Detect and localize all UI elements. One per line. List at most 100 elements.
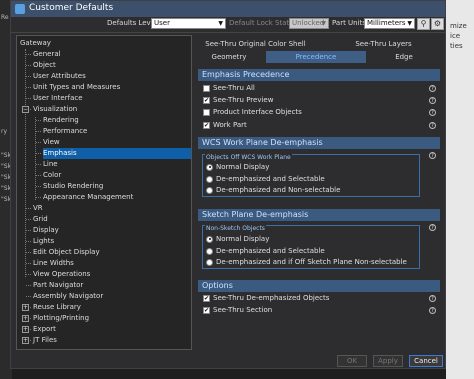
tree-item[interactable]: Line xyxy=(43,159,58,170)
help-icon[interactable]: ? xyxy=(429,97,436,104)
tree-item[interactable]: View Operations xyxy=(33,269,90,280)
radio[interactable] xyxy=(206,235,213,243)
binoculars-icon[interactable]: ⚲ xyxy=(417,18,430,30)
tree-item[interactable]: Edit Object Display xyxy=(33,247,100,258)
radio-wcs-selectable[interactable]: De-emphasized and Selectable xyxy=(206,174,325,185)
checkbox-product-interface[interactable]: Product Interface Objects xyxy=(203,107,302,118)
tree-item[interactable]: Line Widths xyxy=(33,258,74,269)
tree-item[interactable]: User Attributes xyxy=(33,71,86,82)
tree-connector xyxy=(36,153,41,154)
tree-item[interactable]: Part Navigator xyxy=(33,280,83,291)
tree-item[interactable]: Lights xyxy=(33,236,54,247)
tree-item[interactable]: User Interface xyxy=(33,93,83,104)
apply-button[interactable]: Apply xyxy=(373,355,403,367)
precedence-panel: Emphasis Precedence See-Thru All ? ✔ See-… xyxy=(198,65,440,349)
checkbox[interactable]: ✔ xyxy=(203,96,210,104)
defaults-level-select[interactable]: User ▼ xyxy=(151,18,226,29)
help-icon[interactable]: ? xyxy=(429,307,436,314)
radio[interactable] xyxy=(206,175,213,183)
expand-icon[interactable]: + xyxy=(22,304,29,311)
tab-geometry[interactable]: Geometry xyxy=(193,51,265,63)
tree-item[interactable]: General xyxy=(33,49,61,60)
tree-item[interactable]: Performance xyxy=(43,126,87,137)
tree-item[interactable]: Assembly Navigator xyxy=(33,291,103,302)
tree-item[interactable]: Object xyxy=(33,60,56,71)
tree-item[interactable]: Reuse Library xyxy=(33,302,81,313)
section-emphasis-precedence: Emphasis Precedence xyxy=(198,69,440,81)
tree-connector xyxy=(26,65,31,66)
tree-item[interactable]: Visualization xyxy=(33,104,77,115)
tree-item[interactable]: Export xyxy=(33,324,56,335)
tab-see-thru-original[interactable]: See-Thru Original Color Shell xyxy=(193,38,318,50)
tab-precedence[interactable]: Precedence xyxy=(266,51,366,63)
checkbox[interactable]: ✔ xyxy=(203,306,210,314)
expand-icon[interactable]: + xyxy=(22,315,29,322)
tree-item[interactable]: View xyxy=(43,137,60,148)
tree-item[interactable]: Unit Types and Measures xyxy=(33,82,120,93)
help-icon[interactable]: ? xyxy=(429,152,436,159)
tree-item[interactable]: Plotting/Printing xyxy=(33,313,89,324)
help-icon[interactable]: ? xyxy=(429,85,436,92)
expand-icon[interactable]: + xyxy=(22,337,29,344)
tab-see-thru-layers[interactable]: See-Thru Layers xyxy=(341,38,426,50)
tree-item[interactable]: Display xyxy=(33,225,59,236)
tree-item[interactable]: Studio Rendering xyxy=(43,181,103,192)
help-icon[interactable]: ? xyxy=(429,109,436,116)
tree-item[interactable]: Appearance Management xyxy=(43,192,133,203)
tree-connector xyxy=(26,76,31,77)
expand-icon[interactable]: + xyxy=(22,326,29,333)
radio[interactable] xyxy=(206,163,213,171)
help-icon[interactable]: ? xyxy=(429,295,436,302)
radio-sketch-normal[interactable]: Normal Display xyxy=(206,234,269,245)
radio[interactable] xyxy=(206,186,213,194)
bg-text: ry xyxy=(1,128,8,135)
collapse-icon[interactable]: − xyxy=(22,106,29,113)
checkbox-see-thru-section[interactable]: ✔ See-Thru Section xyxy=(203,305,272,316)
tree-item[interactable]: VR xyxy=(33,203,43,214)
category-tree[interactable]: Gateway General Object User Attributes Unit… xyxy=(16,35,192,350)
tree-item[interactable]: Emphasis xyxy=(43,148,191,159)
tree-line xyxy=(35,117,36,200)
radio[interactable] xyxy=(206,258,213,266)
tree-item[interactable]: Grid xyxy=(33,214,48,225)
checkbox[interactable] xyxy=(203,84,210,92)
help-icon[interactable]: ? xyxy=(429,224,436,231)
tree-root[interactable]: Gateway xyxy=(20,38,51,49)
help-icon[interactable]: ? xyxy=(429,122,436,129)
tree-connector xyxy=(26,296,31,297)
gear-icon[interactable]: ⚙ xyxy=(431,18,444,30)
ok-button[interactable]: OK xyxy=(337,355,367,367)
checkbox[interactable] xyxy=(203,108,210,116)
radio-wcs-nonselectable[interactable]: De-emphasized and Non-selectable xyxy=(206,185,340,196)
checkbox-see-thru-all[interactable]: See-Thru All xyxy=(203,83,255,94)
bg-text: ties xyxy=(450,42,463,50)
checkbox-see-thru-preview[interactable]: ✔ See-Thru Preview xyxy=(203,95,273,106)
radio-sketch-nonselectable[interactable]: De-emphasized and if Off Sketch Plane No… xyxy=(206,257,407,268)
tree-connector xyxy=(26,87,31,88)
checkbox[interactable]: ✔ xyxy=(203,294,210,302)
background-right-panel: mize ice ties xyxy=(446,0,474,379)
tab-edge[interactable]: Edge xyxy=(367,51,441,63)
bg-text: Re xyxy=(1,14,9,21)
part-units-select[interactable]: Millimeters ▼ xyxy=(364,18,415,29)
toolbar: Defaults Level User ▼ Default Lock State … xyxy=(11,17,445,31)
tree-item[interactable]: JT Files xyxy=(33,335,57,346)
tree-connector xyxy=(26,285,31,286)
cancel-button[interactable]: Cancel xyxy=(409,355,443,367)
tree-connector xyxy=(36,131,41,132)
checkbox[interactable]: ✔ xyxy=(203,121,210,129)
tree-connector xyxy=(26,274,31,275)
checkbox-see-thru-deemphasized[interactable]: ✔ See-Thru De-emphasized Objects xyxy=(203,293,329,304)
tree-item[interactable]: Color xyxy=(43,170,61,181)
lock-state-select: Unlocked ▼ xyxy=(289,18,329,29)
tree-connector xyxy=(36,142,41,143)
lock-state-label: Default Lock State xyxy=(229,19,294,27)
radio-wcs-normal[interactable]: Normal Display xyxy=(206,162,269,173)
radio-sketch-selectable[interactable]: De-emphasized and Selectable xyxy=(206,246,325,257)
bg-text: ice xyxy=(450,32,461,40)
tree-item[interactable]: Rendering xyxy=(43,115,79,126)
checkbox-work-part[interactable]: ✔ Work Part xyxy=(203,120,247,131)
tree-connector xyxy=(26,219,31,220)
customer-defaults-dialog: Customer Defaults Defaults Level User ▼ D… xyxy=(10,0,446,369)
radio[interactable] xyxy=(206,247,213,255)
